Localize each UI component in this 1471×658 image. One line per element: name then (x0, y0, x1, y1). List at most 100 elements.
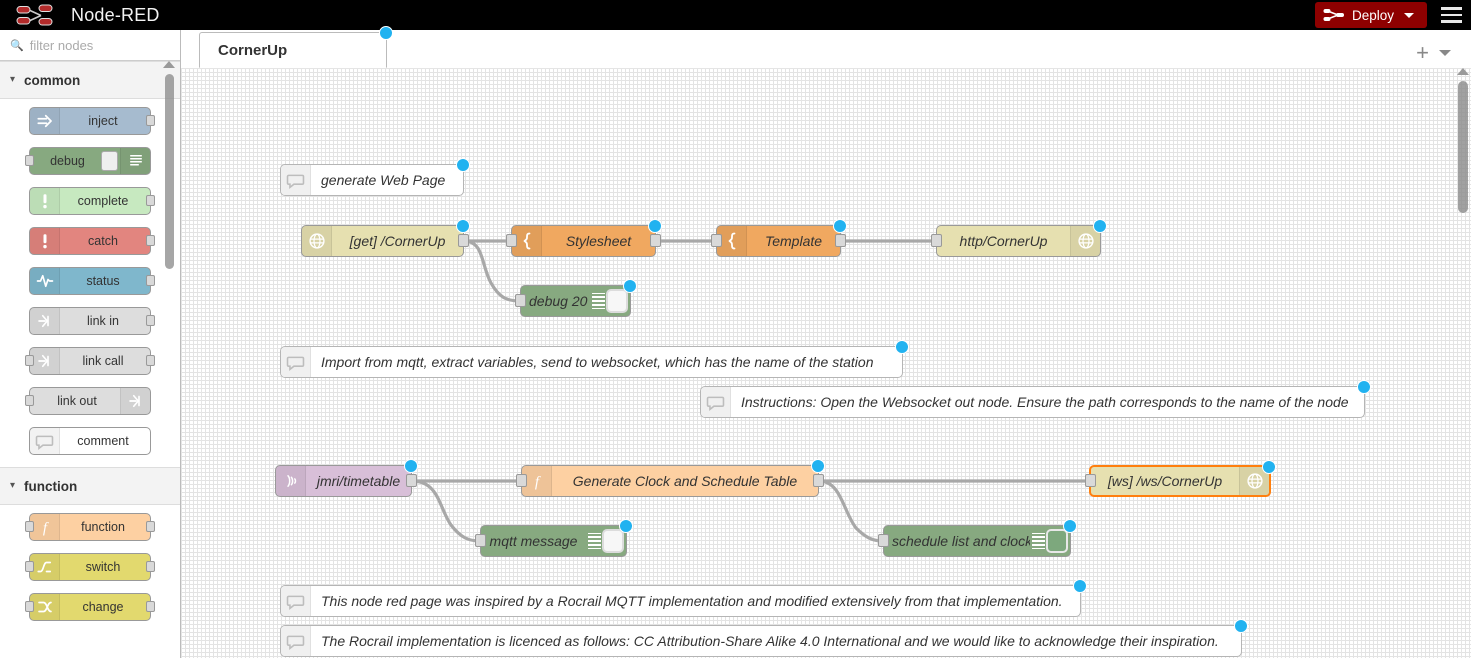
node-input-port[interactable] (25, 561, 34, 572)
palette-node-label: switch (60, 560, 150, 574)
node-input-port[interactable] (25, 521, 34, 532)
node-input-port[interactable] (711, 234, 722, 247)
node-output-port[interactable] (146, 521, 155, 532)
flow-node-n7[interactable]: Import from mqtt, extract variables, sen… (280, 346, 903, 378)
node-input-port[interactable] (506, 234, 517, 247)
debug-toggle-button[interactable] (1046, 529, 1068, 553)
node-input-port[interactable] (516, 474, 527, 487)
palette-node-status[interactable]: status (29, 267, 151, 295)
node-red-editor: Node-RED Deploy 🔍 (0, 0, 1471, 658)
palette-node-comment[interactable]: comment (29, 427, 151, 455)
node-output-port[interactable] (650, 234, 661, 247)
flow-node-n12[interactable]: mqtt message (480, 525, 627, 557)
flow-node-label: [ws] /ws/CornerUp (1091, 473, 1239, 489)
flow-node-label: Stylesheet (542, 233, 655, 249)
add-flow-button[interactable]: + (1406, 44, 1439, 62)
palette-node-function[interactable]: ffunction (29, 513, 151, 541)
palette-node-switch[interactable]: switch (29, 553, 151, 581)
flow-node-n4[interactable]: Template (716, 225, 841, 257)
flow-node-n10[interactable]: fGenerate Clock and Schedule Table (521, 465, 819, 497)
node-output-port[interactable] (146, 115, 155, 126)
canvas-scroll-up-arrow[interactable] (1457, 68, 1469, 75)
palette-node-complete[interactable]: complete (29, 187, 151, 215)
flow-canvas[interactable]: generate Web Page [get] /CornerUp Styleshe… (181, 68, 1471, 658)
flow-node-n8[interactable]: Instructions: Open the Websocket out nod… (700, 386, 1365, 418)
node-input-port[interactable] (25, 155, 34, 166)
palette-node-label: catch (60, 234, 150, 248)
node-input-port[interactable] (515, 294, 526, 307)
node-output-port[interactable] (146, 601, 155, 612)
workspace: CornerUp + (181, 30, 1471, 658)
palette-node-label: complete (60, 194, 150, 208)
palette-category-common[interactable]: ▾common (0, 61, 180, 99)
palette-scrollbar-thumb[interactable] (165, 74, 174, 269)
palette-filter-row[interactable]: 🔍 filter nodes (0, 30, 180, 61)
flow-node-n14[interactable]: This node red page was inspired by a Roc… (280, 585, 1081, 617)
node-output-port[interactable] (146, 561, 155, 572)
main-menu-button[interactable] (1431, 0, 1471, 30)
pulse-wave-icon (30, 268, 60, 294)
link-out-icon (120, 388, 150, 414)
comment-bubble-icon (286, 353, 305, 372)
tab-actions: + (1406, 44, 1463, 62)
chevron-down-icon: ▾ (10, 480, 15, 491)
node-input-port[interactable] (25, 355, 34, 366)
hamburger-bar (1441, 14, 1462, 16)
node-output-port[interactable] (146, 275, 155, 286)
flow-node-label: The Rocrail implementation is licenced a… (311, 633, 1241, 649)
flow-list-dropdown-button[interactable] (1439, 50, 1451, 56)
node-input-port[interactable] (1085, 474, 1096, 487)
palette-node-debug[interactable]: debug (29, 147, 151, 175)
wifi-signal-icon (282, 472, 300, 490)
node-output-port[interactable] (458, 234, 469, 247)
deploy-button[interactable]: Deploy (1315, 2, 1427, 28)
debug-toggle-button[interactable] (602, 529, 624, 553)
flow-node-n6[interactable]: debug 20 (520, 285, 631, 317)
palette-node-link-in[interactable]: link in (29, 307, 151, 335)
flow-node-n5[interactable]: http/CornerUp (936, 225, 1101, 257)
flow-node-n3[interactable]: Stylesheet (511, 225, 656, 257)
node-output-port[interactable] (835, 234, 846, 247)
flow-node-n13[interactable]: schedule list and clock (883, 525, 1071, 557)
palette-node-label: status (60, 274, 150, 288)
palette-scroll-up-arrow[interactable] (163, 61, 175, 68)
palette-category-function[interactable]: ▾ function (0, 467, 180, 505)
deploy-dropdown-caret-icon[interactable] (1404, 13, 1414, 18)
tab-cornerup[interactable]: CornerUp (199, 32, 387, 68)
comment-bubble-icon (30, 428, 60, 454)
node-output-port[interactable] (406, 474, 417, 487)
node-output-port[interactable] (146, 355, 155, 366)
node-input-port[interactable] (931, 234, 942, 247)
node-input-port[interactable] (878, 534, 889, 547)
node-output-port[interactable] (146, 195, 155, 206)
globe-icon (1077, 232, 1095, 250)
inject-arrow-icon (30, 108, 60, 134)
canvas-scrollbar-thumb[interactable] (1458, 81, 1468, 213)
node-output-port[interactable] (146, 235, 155, 246)
flow-node-n1[interactable]: generate Web Page (280, 164, 464, 196)
filter-nodes-input[interactable]: filter nodes (30, 38, 94, 53)
palette-node-link-call[interactable]: link call (29, 347, 151, 375)
palette-node-link-out[interactable]: link out (29, 387, 151, 415)
palette-node-catch[interactable]: catch (29, 227, 151, 255)
node-input-port[interactable] (25, 601, 34, 612)
flow-node-n9[interactable]: jmri/timetable (275, 465, 412, 497)
palette-category-label: function (24, 479, 77, 494)
globe-icon (1246, 472, 1264, 490)
node-selection-dot (1357, 380, 1371, 394)
flow-node-n2[interactable]: [get] /CornerUp (301, 225, 464, 257)
debug-toggle-button[interactable] (101, 151, 118, 171)
debug-toggle-button[interactable] (606, 289, 628, 313)
node-input-port[interactable] (25, 395, 34, 406)
globe-icon (302, 226, 332, 256)
change-swap-icon (36, 598, 54, 616)
function-f-icon: f (36, 518, 54, 536)
node-output-port[interactable] (813, 474, 824, 487)
node-output-port[interactable] (146, 315, 155, 326)
flow-node-n15[interactable]: The Rocrail implementation is licenced a… (280, 625, 1242, 657)
flow-node-n11[interactable]: [ws] /ws/CornerUp (1089, 465, 1271, 497)
palette-node-change[interactable]: change (29, 593, 151, 621)
palette-node-inject[interactable]: inject (29, 107, 151, 135)
node-input-port[interactable] (475, 534, 486, 547)
comment-bubble-icon (281, 626, 311, 656)
